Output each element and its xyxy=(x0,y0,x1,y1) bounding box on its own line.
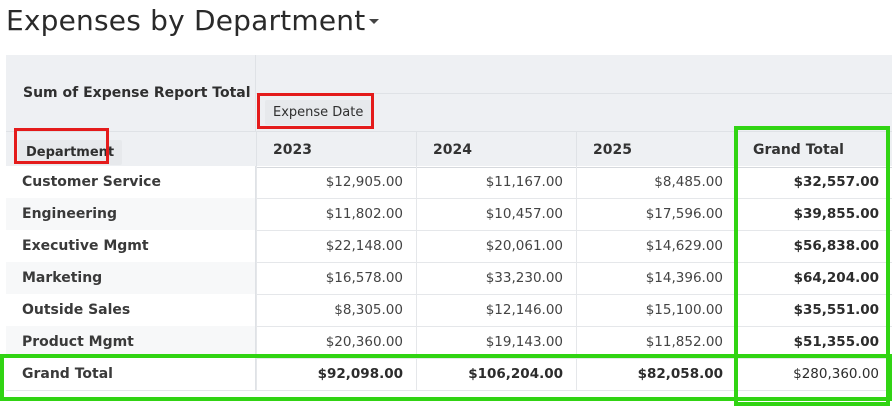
value-cell: $14,396.00 xyxy=(576,262,736,294)
table-row: Customer Service $12,905.00 $11,167.00 $… xyxy=(6,166,892,199)
value-cell: $8,485.00 xyxy=(576,166,736,198)
row-total-cell: $32,557.00 xyxy=(736,166,892,198)
measure-header[interactable]: Sum of Expense Report Total xyxy=(6,55,256,131)
column-field-expense-date[interactable]: Expense Date xyxy=(265,100,372,125)
row-total-cell: $64,204.00 xyxy=(736,262,892,294)
caret-down-icon[interactable] xyxy=(369,18,380,24)
value-cell: $17,596.00 xyxy=(576,198,736,230)
table-row: Executive Mgmt $22,148.00 $20,061.00 $14… xyxy=(6,230,892,263)
grand-total-row: Grand Total $92,098.00 $106,204.00 $82,0… xyxy=(6,358,892,391)
column-header-2023[interactable]: 2023 xyxy=(256,132,416,167)
column-header-2024[interactable]: 2024 xyxy=(416,132,576,167)
row-total-cell: $51,355.00 xyxy=(736,326,892,358)
row-header[interactable]: Engineering xyxy=(6,198,256,230)
value-cell: $15,100.00 xyxy=(576,294,736,326)
row-header[interactable]: Product Mgmt xyxy=(6,326,256,358)
value-cell: $19,143.00 xyxy=(416,326,576,358)
row-total-cell: $35,551.00 xyxy=(736,294,892,326)
table-row: Outside Sales $8,305.00 $12,146.00 $15,1… xyxy=(6,294,892,327)
row-header[interactable]: Customer Service xyxy=(6,166,256,198)
column-header-grand-total[interactable]: Grand Total xyxy=(736,132,892,167)
value-cell: $12,905.00 xyxy=(256,166,416,198)
report-title-dropdown[interactable]: Expenses by Department xyxy=(6,0,380,40)
value-cell: $12,146.00 xyxy=(416,294,576,326)
value-cell: $11,167.00 xyxy=(416,166,576,198)
value-cell: $33,230.00 xyxy=(416,262,576,294)
value-cell: $11,802.00 xyxy=(256,198,416,230)
grand-total-cell: $106,204.00 xyxy=(416,358,576,390)
pivot-table: Sum of Expense Report Total Expense Date… xyxy=(6,55,892,391)
value-cell: $20,360.00 xyxy=(256,326,416,358)
value-cell: $16,578.00 xyxy=(256,262,416,294)
grand-total-cell: $82,058.00 xyxy=(576,358,736,390)
page-title: Expenses by Department xyxy=(6,3,366,37)
grand-total-header[interactable]: Grand Total xyxy=(6,358,256,390)
row-header[interactable]: Outside Sales xyxy=(6,294,256,326)
row-field-department[interactable]: Department xyxy=(18,140,123,165)
value-cell: $22,148.00 xyxy=(256,230,416,262)
row-header[interactable]: Marketing xyxy=(6,262,256,294)
table-row: Product Mgmt $20,360.00 $19,143.00 $11,8… xyxy=(6,326,892,359)
value-cell: $11,852.00 xyxy=(576,326,736,358)
measure-label: Sum of Expense Report Total xyxy=(23,85,251,101)
row-total-cell: $56,838.00 xyxy=(736,230,892,262)
grand-total-overall-cell: $280,360.00 xyxy=(736,358,892,390)
value-cell: $8,305.00 xyxy=(256,294,416,326)
table-row: Engineering $11,802.00 $10,457.00 $17,59… xyxy=(6,198,892,231)
grand-total-cell: $92,098.00 xyxy=(256,358,416,390)
value-cell: $20,061.00 xyxy=(416,230,576,262)
row-total-cell: $39,855.00 xyxy=(736,198,892,230)
column-header-2025[interactable]: 2025 xyxy=(576,132,736,167)
value-cell: $10,457.00 xyxy=(416,198,576,230)
row-header[interactable]: Executive Mgmt xyxy=(6,230,256,262)
table-row: Marketing $16,578.00 $33,230.00 $14,396.… xyxy=(6,262,892,295)
column-header-row: 2023 2024 2025 Grand Total xyxy=(6,131,892,168)
value-cell: $14,629.00 xyxy=(576,230,736,262)
